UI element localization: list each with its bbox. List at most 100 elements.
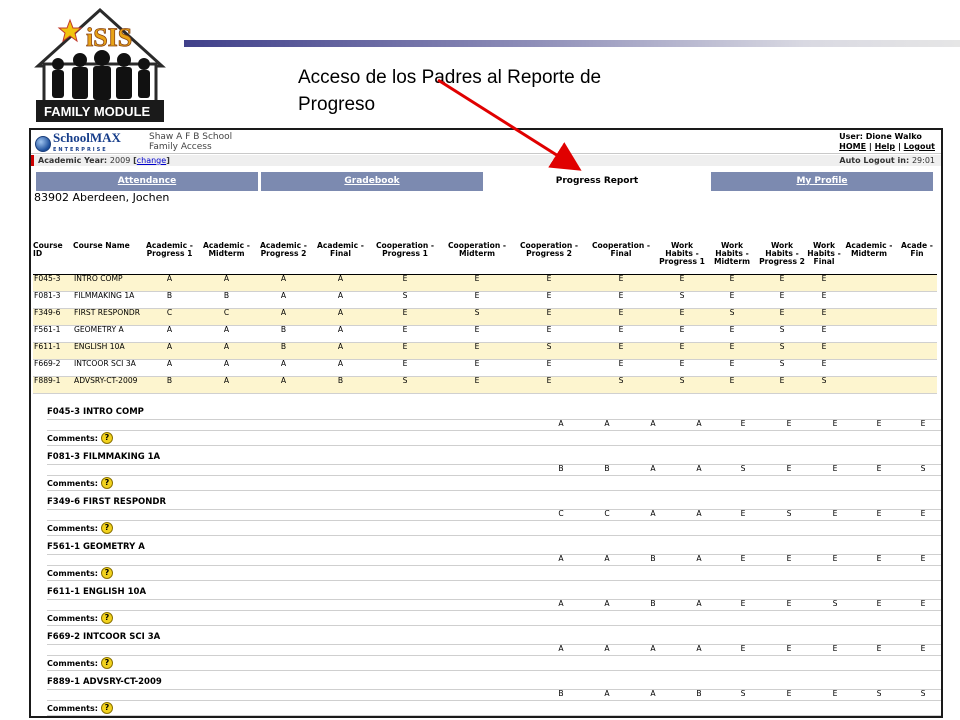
grade-cell [841,274,897,292]
grade-cell: A [255,376,312,394]
grade-cell [897,274,937,292]
grade-cell: B [255,342,312,360]
grade-cell: A [141,325,198,343]
grade-cell: A [198,274,255,292]
grade-cell: E [441,342,513,360]
detail-grade: A [696,599,702,608]
detail-grade: B [558,689,564,698]
slide-caption: Acceso de los Padres al Reporte de Progr… [298,67,602,115]
question-mark-icon[interactable]: ? [100,432,113,444]
detail-grade: A [650,644,656,653]
grade-cell: A [141,274,198,292]
grade-cell [841,291,897,309]
course-id: F611-1 [33,342,73,360]
grade-cell [897,359,937,377]
grade-cell: E [441,359,513,377]
question-mark-icon[interactable]: ? [100,567,113,579]
grade-cell: E [369,342,441,360]
grade-cell: S [369,376,441,394]
grade-cell: A [312,291,369,309]
comments-label: Comments: [47,613,98,623]
detail-grade: A [696,644,702,653]
question-mark-icon[interactable]: ? [100,702,113,714]
column-header: Cooperation - Progress 1 [369,242,441,275]
column-header: Cooperation - Midterm [441,242,513,275]
tab-my-profile[interactable]: My Profile [711,172,933,191]
column-header: Cooperation - Final [585,242,657,275]
grade-cell [841,342,897,360]
home-link[interactable]: HOME [839,142,866,151]
logout-link[interactable]: Logout [904,142,935,151]
school-info: Shaw A F B School Family Access [149,132,232,152]
detail-grade: S [920,689,926,698]
tab-attendance[interactable]: Attendance [36,172,258,191]
detail-grade: E [832,554,838,563]
grade-cell: E [757,376,807,394]
grade-cell: E [513,274,585,292]
column-header: Work Habits - Final [807,242,841,275]
course-detail-title: F889-1 ADVSRY-CT-2009 [47,677,162,687]
question-mark-icon[interactable]: ? [100,522,113,534]
course-id: F669-2 [33,359,73,377]
grade-cell: E [657,274,707,292]
detail-grade: E [876,464,882,473]
grade-cell: E [585,308,657,326]
grade-cell: E [441,291,513,309]
course-detail-block: F611-1 ENGLISH 10A A A B A E E S E E Comments:? [31,587,941,632]
grade-cell: A [312,325,369,343]
comments-label: Comments: [47,703,98,713]
grade-cell [897,325,937,343]
detail-grade: E [832,644,838,653]
change-year-link[interactable]: change [137,156,166,165]
course-detail-grades: CCAAESEEE [31,509,941,519]
tab-gradebook[interactable]: Gradebook [261,172,483,191]
grade-cell: E [369,359,441,377]
comments-row: Comments:? [47,702,113,714]
detail-grade: E [786,644,792,653]
detail-grade: A [604,554,610,563]
tab-progress-report[interactable]: Progress Report [486,172,708,191]
course-detail-block: F081-3 FILMMAKING 1A B B A A S E E E S Comments:? [31,452,941,497]
svg-text:iSIS: iSIS [86,23,132,52]
comments-row: Comments:? [47,612,113,624]
grade-cell: S [369,291,441,309]
question-mark-icon[interactable]: ? [100,657,113,669]
detail-grade: E [786,554,792,563]
grade-cell: S [707,308,757,326]
course-name: GEOMETRY A [73,325,141,343]
detail-grade: E [920,509,926,518]
detail-grade: S [786,509,792,518]
help-link[interactable]: Help [875,142,896,151]
grade-cell: E [441,325,513,343]
schoolmax-logo: SchoolMAX ENTERPRISE [35,131,121,156]
grade-cell: E [513,291,585,309]
student-name: 83902 Aberdeen, Jochen [34,191,170,204]
detail-grade: A [696,554,702,563]
title-gradient-bar [184,40,960,47]
grade-cell: E [657,342,707,360]
question-mark-icon[interactable]: ? [100,477,113,489]
grade-cell: E [657,308,707,326]
question-mark-icon[interactable]: ? [100,612,113,624]
course-detail-title: F561-1 GEOMETRY A [47,542,145,552]
grade-cell: E [585,325,657,343]
detail-grade: A [650,419,656,428]
course-detail-grades: AAAAEEEEE [31,644,941,654]
column-header: Academic - Progress 2 [255,242,312,275]
detail-grade: E [876,419,882,428]
table-row: F081-3 FILMMAKING 1A B B A A S E E E S E E E [33,291,937,309]
grade-cell: S [441,308,513,326]
grade-cell: E [757,291,807,309]
course-detail-block: F561-1 GEOMETRY A A A B A E E E E E Comments:? [31,542,941,587]
grade-cell: E [807,308,841,326]
grade-cell [841,376,897,394]
column-header: Academic - Progress 1 [141,242,198,275]
svg-text:FAMILY MODULE: FAMILY MODULE [44,104,151,119]
detail-grade: E [876,644,882,653]
academic-year: 2009 [109,156,131,165]
grade-cell: B [141,376,198,394]
auto-logout-timer: 29:01 [911,156,935,165]
grade-cell: S [757,359,807,377]
column-header: Course Name [73,242,141,275]
globe-icon [35,136,51,152]
